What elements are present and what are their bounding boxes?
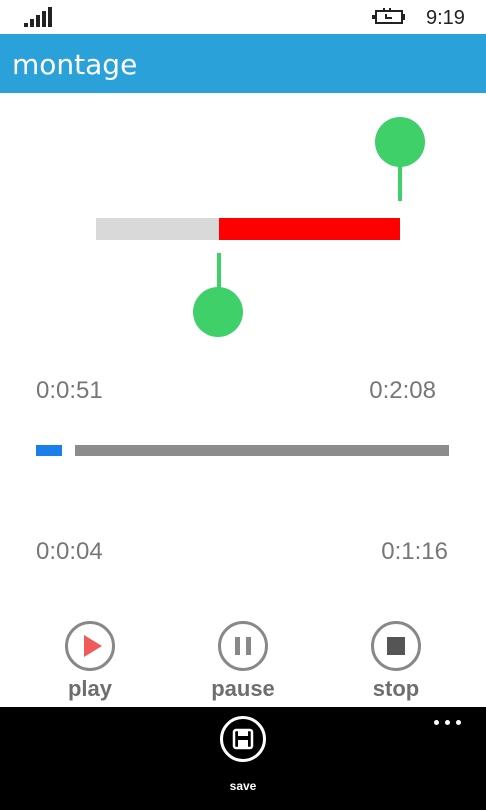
trim-end-handle-knob[interactable] — [375, 117, 425, 167]
play-button[interactable] — [65, 621, 115, 671]
stop-button[interactable] — [371, 621, 421, 671]
trim-selected-range — [219, 218, 400, 240]
pause-button[interactable] — [218, 621, 268, 671]
stop-label[interactable]: stop — [336, 676, 456, 702]
app-header: montage — [0, 34, 486, 93]
status-clock: 9:19 — [426, 7, 465, 29]
trim-start-time: 0:0:51 — [36, 377, 103, 404]
playback-duration: 0:1:16 — [381, 538, 448, 565]
playback-progress-track[interactable] — [75, 445, 449, 456]
save-button[interactable] — [220, 716, 266, 762]
signal-icon — [24, 7, 56, 27]
play-icon — [84, 635, 102, 657]
trim-unselected-range — [96, 218, 219, 240]
pause-icon — [235, 637, 251, 655]
playback-current-time: 0:0:04 — [36, 538, 103, 565]
trim-start-handle-knob[interactable] — [193, 287, 243, 337]
stop-icon — [387, 637, 405, 655]
trim-end-time: 0:2:08 — [369, 377, 436, 404]
trim-end-handle-stem[interactable] — [398, 165, 402, 201]
save-label[interactable]: save — [203, 779, 283, 793]
battery-icon — [372, 8, 405, 24]
play-label[interactable]: play — [30, 676, 150, 702]
app-title: montage — [12, 48, 138, 81]
more-icon[interactable] — [434, 720, 462, 726]
trim-start-handle-stem[interactable] — [217, 253, 221, 291]
status-bar: 9:19 — [0, 0, 486, 34]
save-icon — [232, 728, 254, 750]
playback-progress-fill — [36, 445, 62, 456]
pause-label[interactable]: pause — [183, 676, 303, 702]
